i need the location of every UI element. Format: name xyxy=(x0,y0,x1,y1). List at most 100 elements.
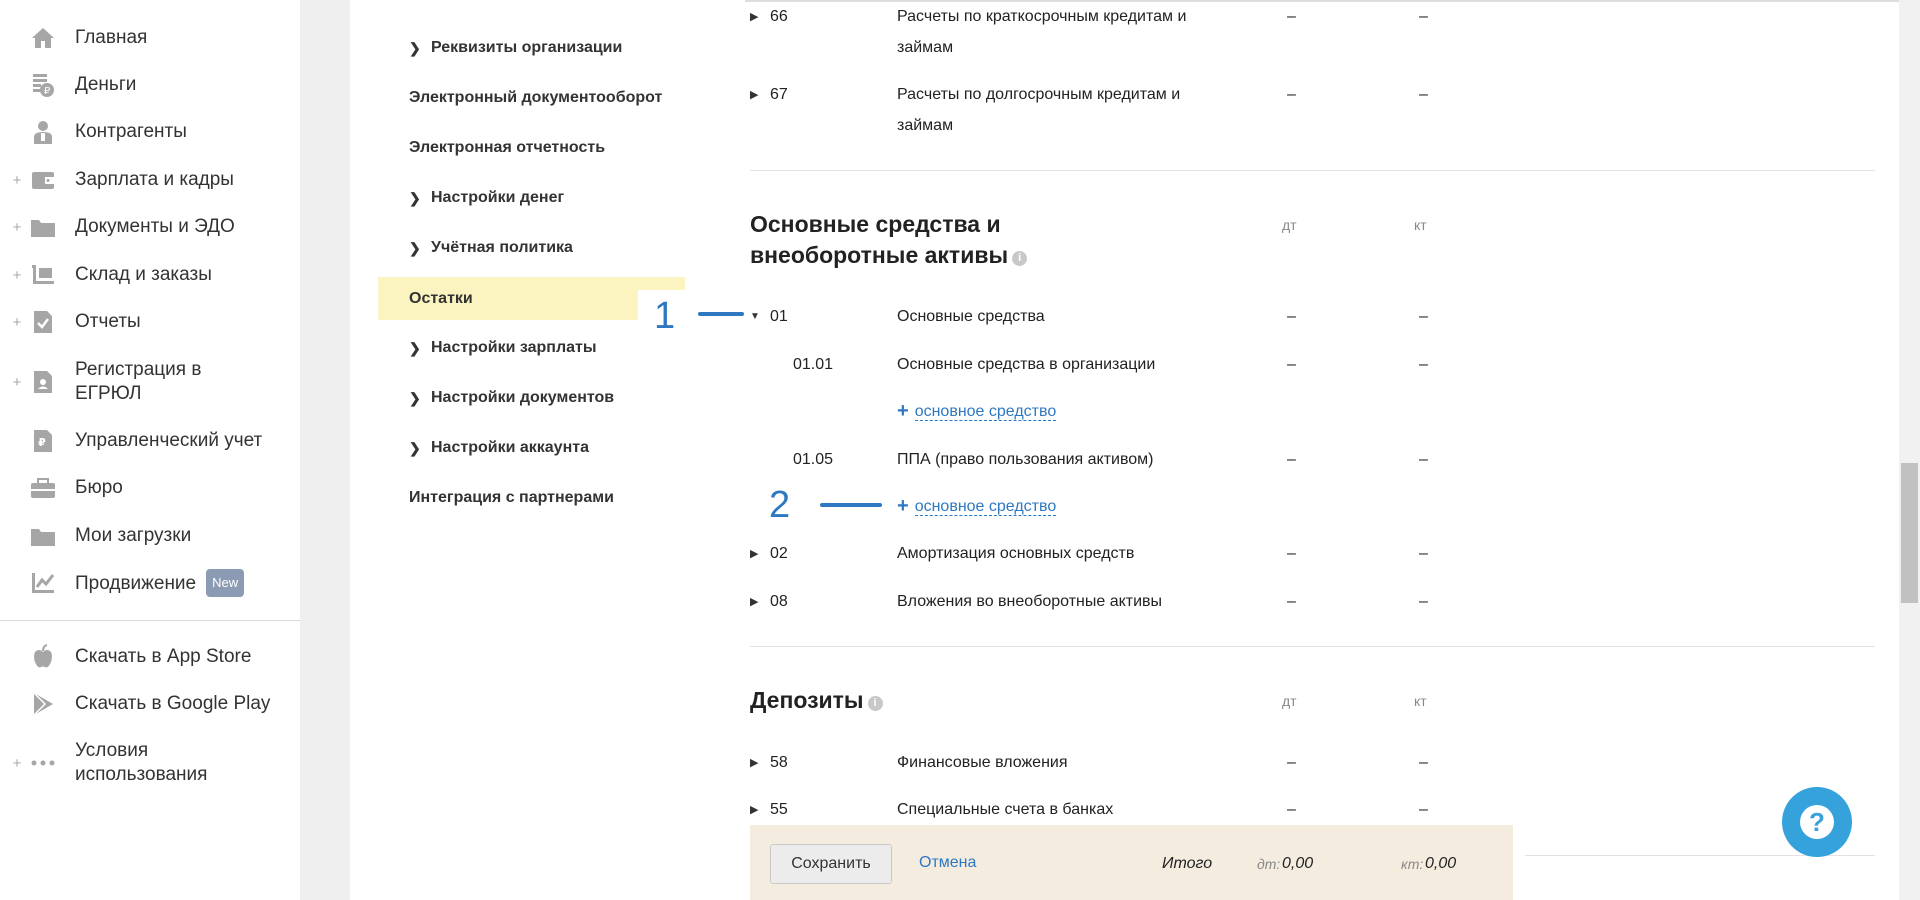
account-name: Расчеты по краткосрочным кредитам и займ… xyxy=(897,8,1187,56)
expand-plus-icon[interactable]: + xyxy=(11,755,23,772)
account-name: Основные средства в организации xyxy=(897,356,1156,373)
chevron-right-icon: ❯ xyxy=(409,189,421,206)
settings-item-e-reporting[interactable]: Электронная отчетность xyxy=(409,123,605,173)
plus-icon: + xyxy=(897,495,909,517)
management-icon: ₽ xyxy=(30,428,56,454)
debit-value[interactable]: – xyxy=(1287,8,1296,26)
nav-label: Склад и заказы xyxy=(75,264,212,285)
credit-value[interactable]: – xyxy=(1419,451,1428,469)
add-fixed-asset-link[interactable]: + основное средство xyxy=(897,495,1057,518)
nav-item-money[interactable]: ₽ Деньги xyxy=(0,66,300,104)
nav-item-management[interactable]: ₽ Управленческий учет xyxy=(0,422,300,460)
nav-item-home[interactable]: Главная xyxy=(0,19,300,57)
debit-value[interactable]: – xyxy=(1287,593,1296,611)
settings-item-account-settings[interactable]: ❯ Настройки аккаунта xyxy=(409,423,589,473)
settings-item-partner-integration[interactable]: Интеграция с партнерами xyxy=(409,473,614,523)
credit-value[interactable]: – xyxy=(1419,593,1428,611)
expand-plus-icon[interactable]: + xyxy=(11,172,23,189)
account-name: Амортизация основных средств xyxy=(897,545,1135,562)
debit-value[interactable]: – xyxy=(1287,451,1296,469)
save-bar: Сохранить Отмена Итого дт: 0,00 кт: 0,00 xyxy=(750,825,1513,900)
settings-item-label: Настройки аккаунта xyxy=(431,439,589,456)
account-name: Расчеты по долгосрочным кредитам и займа… xyxy=(897,86,1181,134)
nav-divider xyxy=(0,620,300,621)
expand-plus-icon[interactable]: + xyxy=(11,219,23,236)
debit-value[interactable]: – xyxy=(1287,801,1296,819)
expand-triangle-icon[interactable]: ▶ xyxy=(750,595,758,608)
expand-plus-icon[interactable]: + xyxy=(11,267,23,284)
nav-label: Регистрация в ЕГРЮЛ xyxy=(75,359,202,404)
nav-item-warehouse[interactable]: + Склад и заказы xyxy=(0,256,300,294)
debit-value[interactable]: – xyxy=(1287,356,1296,374)
folder-icon xyxy=(30,214,56,240)
settings-item-salary-settings[interactable]: ❯ Настройки зарплаты xyxy=(409,323,597,373)
account-name: Специальные счета в банках xyxy=(897,801,1114,818)
expand-triangle-icon[interactable]: ▶ xyxy=(750,547,758,560)
expand-triangle-icon[interactable]: ▶ xyxy=(750,88,758,101)
settings-item-label: Электронная отчетность xyxy=(409,139,606,156)
expand-triangle-icon[interactable]: ▶ xyxy=(750,803,758,816)
save-button[interactable]: Сохранить xyxy=(770,844,892,884)
info-icon[interactable]: i xyxy=(1012,251,1028,266)
new-badge: New xyxy=(206,569,245,597)
google-play-icon xyxy=(30,691,56,717)
settings-item-label: Остатки xyxy=(409,289,473,307)
debit-value[interactable]: – xyxy=(1287,308,1296,326)
credit-column-header: кт xyxy=(1414,217,1427,233)
section-separator xyxy=(750,170,1875,171)
settings-item-balances[interactable]: Остатки xyxy=(409,277,473,320)
nav-item-reports[interactable]: + Отчеты xyxy=(0,303,300,341)
cancel-link[interactable]: Отмена xyxy=(919,854,976,872)
nav-item-terms[interactable]: + Условия использования xyxy=(0,740,300,786)
settings-item-document-settings[interactable]: ❯ Настройки документов xyxy=(409,373,614,423)
nav-item-google-play[interactable]: Скачать в Google Play xyxy=(0,685,300,723)
credit-value[interactable]: – xyxy=(1419,86,1428,104)
settings-item-edo[interactable]: Электронный документооборот xyxy=(409,73,662,123)
credit-value[interactable]: – xyxy=(1419,308,1428,326)
chevron-right-icon: ❯ xyxy=(409,239,421,256)
credit-value[interactable]: – xyxy=(1419,801,1428,819)
nav-item-app-store[interactable]: Скачать в App Store xyxy=(0,638,300,676)
scrollbar-track[interactable] xyxy=(1899,0,1920,900)
home-icon xyxy=(30,25,56,51)
help-icon: ? xyxy=(1800,805,1834,839)
nav-item-downloads[interactable]: Мои загрузки xyxy=(0,517,300,555)
nav-label: Управленческий учет xyxy=(75,430,263,451)
scrollbar-thumb[interactable] xyxy=(1901,463,1918,603)
credit-value[interactable]: – xyxy=(1419,545,1428,563)
debit-value[interactable]: – xyxy=(1287,754,1296,772)
nav-item-contractors[interactable]: Контрагенты xyxy=(0,113,300,151)
credit-value[interactable]: – xyxy=(1419,8,1428,26)
expand-triangle-icon[interactable]: ▶ xyxy=(750,10,758,23)
credit-value[interactable]: – xyxy=(1419,356,1428,374)
add-fixed-asset-link[interactable]: + основное средство xyxy=(897,400,1057,423)
nav-item-salary[interactable]: + Зарплата и кадры xyxy=(0,161,300,199)
nav-item-bureau[interactable]: Бюро xyxy=(0,469,300,507)
credit-value[interactable]: – xyxy=(1419,754,1428,772)
expand-triangle-icon[interactable]: ▶ xyxy=(750,756,758,769)
section-title-text: Депозиты xyxy=(750,687,864,713)
downloads-icon xyxy=(30,523,56,549)
settings-item-money-settings[interactable]: ❯ Настройки денег xyxy=(409,173,564,223)
debit-value[interactable]: – xyxy=(1287,545,1296,563)
expand-plus-icon[interactable]: + xyxy=(11,314,23,331)
chevron-right-icon: ❯ xyxy=(409,339,421,356)
nav-item-registration[interactable]: + Регистрация в ЕГРЮЛ xyxy=(0,359,300,404)
collapse-triangle-icon[interactable]: ▼ xyxy=(750,311,760,322)
registration-icon xyxy=(30,369,56,395)
info-icon[interactable]: i xyxy=(867,696,883,711)
help-button[interactable]: ? xyxy=(1782,787,1852,857)
nav-label: Документы и ЭДО xyxy=(75,216,235,237)
debit-value[interactable]: – xyxy=(1287,86,1296,104)
expand-plus-icon[interactable]: + xyxy=(11,374,23,391)
nav-item-promotion[interactable]: Продвижение New xyxy=(0,564,300,602)
annotation-number: 1 xyxy=(654,295,676,337)
promotion-icon xyxy=(30,570,56,596)
money-icon: ₽ xyxy=(30,72,56,98)
settings-item-accounting-policy[interactable]: ❯ Учётная политика xyxy=(409,223,573,273)
nav-item-documents[interactable]: + Документы и ЭДО xyxy=(0,208,300,246)
apple-icon xyxy=(30,644,56,670)
nav-label: Контрагенты xyxy=(75,121,187,142)
section-title: Депозиты i xyxy=(750,685,883,716)
settings-item-org-details[interactable]: ❯ Реквизиты организации xyxy=(409,23,622,73)
